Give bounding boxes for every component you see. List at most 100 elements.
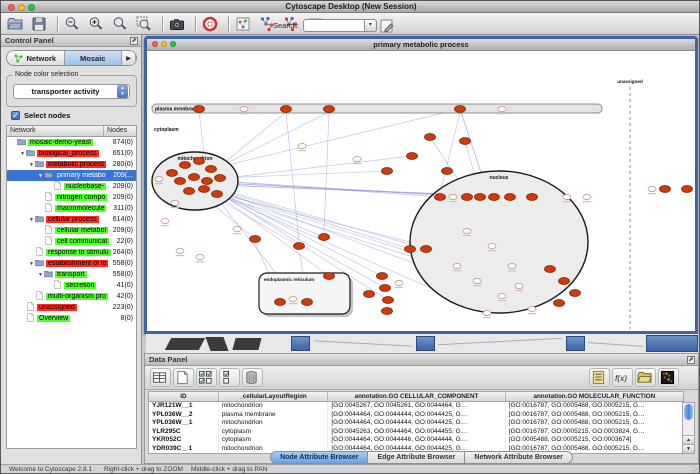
table-row[interactable]: YPL036W__1mitochondrion[GO:0044464, GO:0… xyxy=(149,419,683,428)
graph-node[interactable] xyxy=(302,299,313,306)
graph-node[interactable] xyxy=(545,266,556,273)
graph-node[interactable] xyxy=(194,158,205,165)
graph-node-outline[interactable] xyxy=(171,200,179,205)
graph-node[interactable] xyxy=(294,243,305,250)
column-header[interactable]: annotation.GO MOLECULAR_FUNCTION xyxy=(506,392,683,401)
expand-arrow-icon[interactable]: ▼ xyxy=(37,173,44,179)
tree-row[interactable]: secretion41(0) xyxy=(7,280,136,291)
expand-arrow-icon[interactable]: ▼ xyxy=(37,272,44,278)
zoom-out-icon[interactable] xyxy=(63,15,85,34)
graph-node[interactable] xyxy=(206,166,217,173)
graph-node-outline[interactable] xyxy=(240,106,248,111)
graph-node[interactable] xyxy=(377,273,388,280)
graph-node[interactable] xyxy=(194,106,205,113)
graph-node-outline[interactable] xyxy=(483,310,491,315)
tree-row[interactable]: nitrogen compo209(0) xyxy=(7,192,136,203)
graph-node[interactable] xyxy=(180,162,191,169)
graph-node[interactable] xyxy=(442,168,453,175)
float-panel-icon[interactable]: ⬈ xyxy=(130,37,138,45)
graph-node-outline[interactable] xyxy=(453,263,461,268)
help-icon[interactable] xyxy=(201,15,223,34)
graph-node[interactable] xyxy=(455,106,466,113)
column-header[interactable]: ID xyxy=(149,392,219,401)
node-color-dropdown[interactable]: transporter activity ▲▼ xyxy=(13,84,130,99)
graph-node-outline[interactable] xyxy=(395,280,403,285)
table-cell[interactable]: [GO:0045263, GO:0044464, GO:0044455, G… xyxy=(328,428,505,437)
table-cell[interactable]: [GO:0005488, GO:0005215, GO:0003674] xyxy=(506,436,683,445)
tab-overflow-arrow[interactable]: ▶ xyxy=(122,51,136,65)
graph-node[interactable] xyxy=(324,106,335,113)
save-icon[interactable] xyxy=(30,15,52,34)
zoom-selected-icon[interactable] xyxy=(135,15,157,34)
column-header[interactable]: annotation.GO CELLULAR_COMPONENT xyxy=(328,392,505,401)
select-nodes-option[interactable]: ✓ Select nodes xyxy=(11,111,70,120)
network-graph[interactable]: plasma membranecytoplasmmitochondrionnuc… xyxy=(147,51,695,331)
open-icon[interactable] xyxy=(6,15,28,34)
graph-node-outline[interactable] xyxy=(515,283,523,288)
column-header[interactable]: _cellularLayoutRegion xyxy=(219,392,329,401)
graph-node[interactable] xyxy=(184,188,195,195)
tree-row[interactable]: Overview8(0) xyxy=(7,313,136,324)
graph-node-outline[interactable] xyxy=(583,194,591,199)
network-window-titlebar[interactable]: primary metabolic process xyxy=(147,39,695,51)
table-cell[interactable]: YKR052C xyxy=(149,436,219,445)
tree-row[interactable]: ▼metabolic process280(0) xyxy=(7,159,136,170)
tab-node-attribute-browser[interactable]: Node Attribute Browser xyxy=(270,451,368,464)
graph-node[interactable] xyxy=(202,178,213,185)
tab-edge-attribute-browser[interactable]: Edge Attribute Browser xyxy=(368,451,465,464)
zoom-in-icon[interactable] xyxy=(87,15,109,34)
table-cell[interactable]: plasma membrane xyxy=(219,411,329,420)
graph-node[interactable] xyxy=(435,194,446,201)
expand-arrow-icon[interactable]: ▼ xyxy=(28,162,35,168)
table-cell[interactable]: mitochondrion xyxy=(219,419,329,428)
table-row[interactable]: YKR052Ccytoplasm[GO:0044464, GO:0044446,… xyxy=(149,436,683,445)
search-dropdown-button[interactable]: ▾ xyxy=(365,19,377,32)
graph-node[interactable] xyxy=(421,246,432,253)
graph-node[interactable] xyxy=(275,299,286,306)
import-icon[interactable] xyxy=(635,368,656,387)
table-cell[interactable]: cytoplasm xyxy=(219,436,329,445)
search-input[interactable] xyxy=(303,19,365,32)
table-cell[interactable]: [GO:0044464, GO:0044444, GO:0044425, G… xyxy=(328,419,505,428)
graph-node-outline[interactable] xyxy=(233,226,241,231)
graph-node-outline[interactable] xyxy=(648,186,656,191)
graph-node[interactable] xyxy=(364,291,375,298)
layout-icon[interactable] xyxy=(234,15,256,34)
graph-node[interactable] xyxy=(382,308,393,315)
snapshot-icon[interactable] xyxy=(168,15,190,34)
graph-node-outline[interactable] xyxy=(528,306,536,311)
graph-node[interactable] xyxy=(682,186,693,193)
graph-node-outline[interactable] xyxy=(176,248,184,253)
graph-node-outline[interactable] xyxy=(196,254,204,259)
table-row[interactable]: YJR121W__1mitochondrion[GO:0045267, GO:0… xyxy=(149,402,683,411)
graph-node-outline[interactable] xyxy=(298,143,306,148)
select-attrs-icon[interactable] xyxy=(196,368,217,387)
table-cell[interactable]: YPL036W__1 xyxy=(149,419,219,428)
tab-network[interactable]: Network xyxy=(7,51,65,65)
graph-node[interactable] xyxy=(570,290,581,297)
graph-node[interactable] xyxy=(212,191,223,198)
select-nodes-checkbox[interactable]: ✓ xyxy=(11,111,20,120)
graph-node-outline[interactable] xyxy=(161,218,169,223)
graph-node[interactable] xyxy=(382,168,393,175)
graph-node[interactable] xyxy=(505,194,516,201)
expand-arrow-icon[interactable]: ▼ xyxy=(28,217,35,223)
table-row[interactable]: YPL036W__2plasma membrane[GO:0044464, GO… xyxy=(149,411,683,420)
tree-row[interactable]: ▼transport558(0) xyxy=(7,269,136,280)
tree-row[interactable]: ▼biological_process651(0) xyxy=(7,148,136,159)
table-cell[interactable]: cytoplasm xyxy=(219,428,329,437)
tree-row[interactable]: response to stimulu264(0) xyxy=(7,247,136,258)
tab-network-attribute-browser[interactable]: Network Attribute Browser xyxy=(465,451,572,464)
graph-node[interactable] xyxy=(462,194,473,201)
graph-node[interactable] xyxy=(380,285,391,292)
graph-node-outline[interactable] xyxy=(498,293,506,298)
graph-node-outline[interactable] xyxy=(498,106,506,111)
tree-row[interactable]: multi-organism pro42(0) xyxy=(7,291,136,302)
table-cell[interactable]: [GO:0045267, GO:0045261, GO:0044464, G… xyxy=(328,402,505,411)
graph-node-outline[interactable] xyxy=(155,176,163,181)
tree-row[interactable]: unassigned223(0) xyxy=(7,302,136,313)
tree-row[interactable]: macromolecule311(0) xyxy=(7,203,136,214)
table-cell[interactable]: YPL036W__2 xyxy=(149,411,219,420)
graph-node-outline[interactable] xyxy=(449,194,457,199)
graph-node[interactable] xyxy=(527,194,538,201)
